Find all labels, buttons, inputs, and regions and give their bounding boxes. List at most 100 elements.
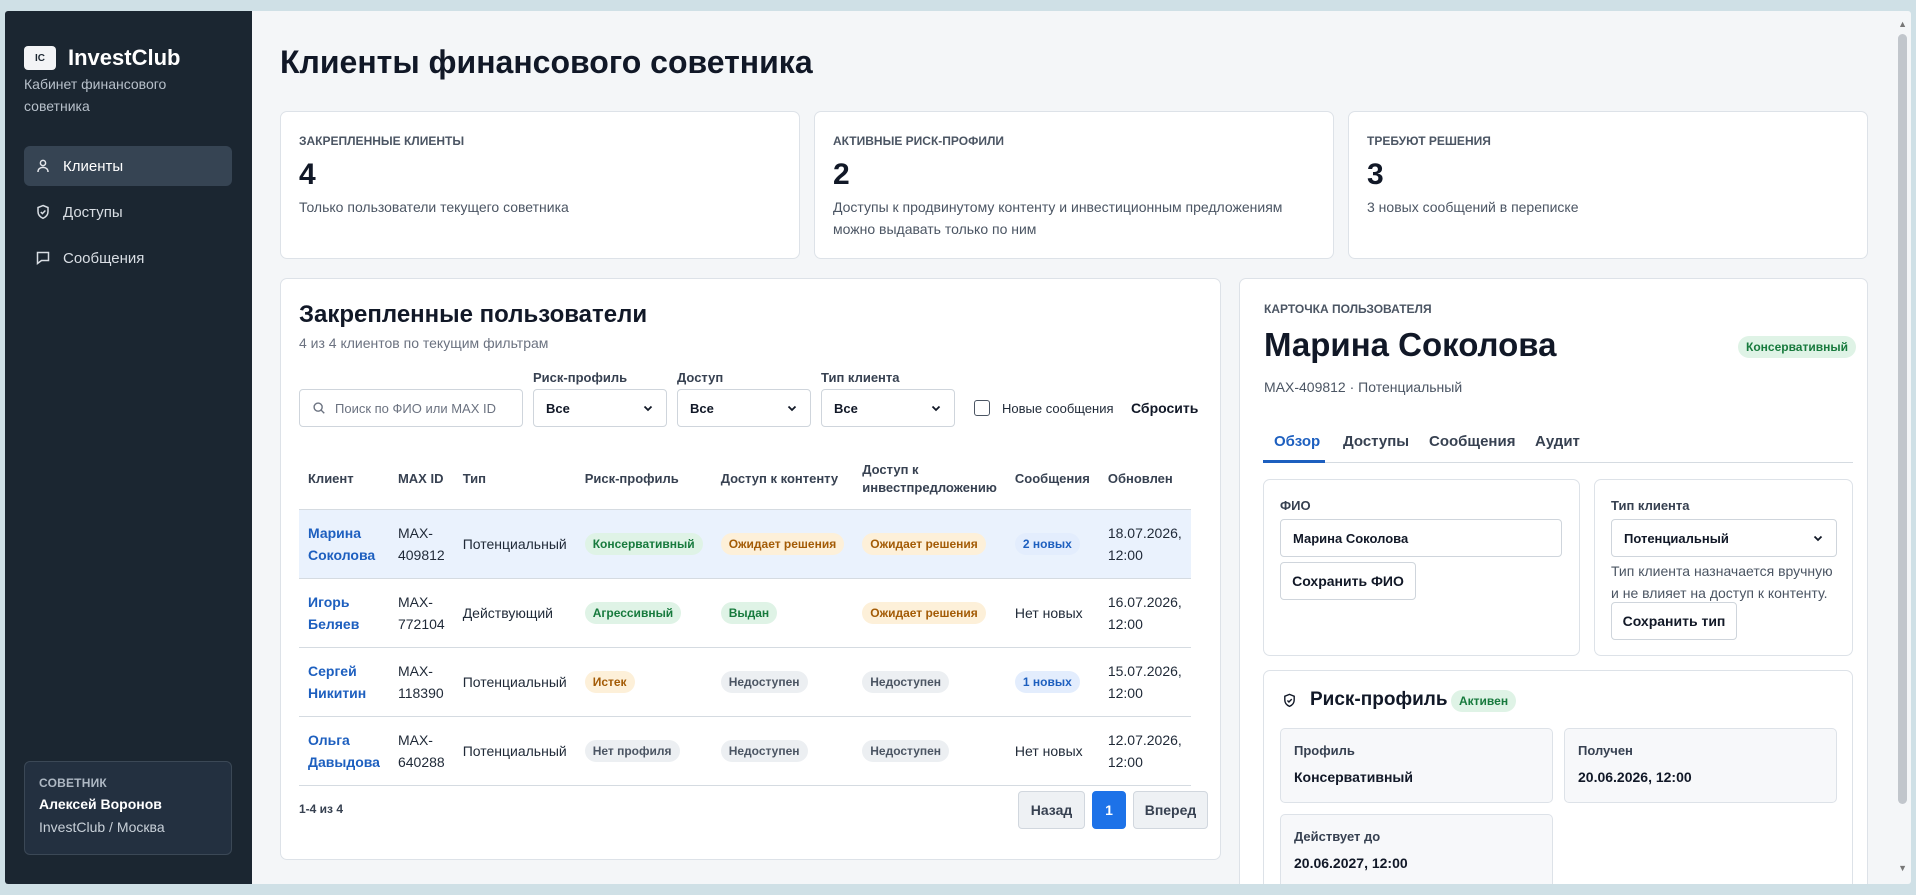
access-filter-value: Все	[690, 400, 714, 416]
sidebar-item-clients[interactable]: Клиенты	[24, 146, 232, 186]
advisor-name: Алексей Воронов	[39, 796, 162, 812]
stat-label: АКТИВНЫЕ РИСК-ПРОФИЛИ	[833, 134, 1004, 148]
updated-cell: 15.07.2026, 12:00	[1098, 647, 1191, 717]
message-icon	[36, 251, 50, 265]
risk-filter-value: Все	[546, 400, 570, 416]
sidebar-item-access[interactable]: Доступы	[24, 192, 232, 232]
client-name-link[interactable]: Марина Соколова	[308, 525, 375, 563]
profile-info: Профиль Консервативный	[1280, 728, 1553, 803]
risk-badge: Истек	[584, 671, 635, 693]
profile-label: Профиль	[1294, 743, 1355, 758]
fio-box: ФИО Марина Соколова Сохранить ФИО	[1263, 479, 1580, 656]
invest-access-badge: Недоступен	[862, 671, 950, 693]
table-row[interactable]: Сергей Никитин MAX-118390 Потенциальный …	[299, 647, 1191, 717]
chevron-down-icon	[787, 405, 797, 412]
invest-access-badge: Ожидает решения	[862, 533, 986, 555]
messages-cell: Нет новых	[1005, 578, 1099, 648]
column-header[interactable]: MAX ID	[388, 449, 454, 510]
stat-value: 3	[1367, 158, 1384, 191]
client-type-value: Потенциальный	[1624, 530, 1729, 546]
type-filter-label: Тип клиента	[821, 370, 900, 385]
prev-page-button[interactable]: Назад	[1018, 791, 1085, 829]
scroll-up-arrow[interactable]: ▲	[1898, 19, 1907, 29]
risk-filter-select[interactable]: Все	[533, 389, 667, 427]
updated-cell: 18.07.2026, 12:00	[1098, 509, 1191, 579]
column-header[interactable]: Сообщения	[1005, 449, 1099, 510]
stat-value: 2	[833, 158, 850, 191]
column-header[interactable]: Доступ к инвестпредложению	[853, 449, 1006, 510]
page-1-button[interactable]: 1	[1092, 791, 1126, 829]
clients-panel: Закрепленные пользователи 4 из 4 клиенто…	[280, 278, 1221, 860]
profile-value: Консервативный	[1294, 769, 1413, 785]
tab-audit[interactable]: Аудит	[1535, 433, 1580, 450]
column-header[interactable]: Риск-профиль	[575, 449, 712, 510]
reset-filters-button[interactable]: Сбросить	[1131, 400, 1198, 416]
risk-badge: Консервативный	[1738, 336, 1856, 358]
new-messages-label: Новые сообщения	[1002, 401, 1114, 416]
stat-value: 4	[299, 158, 316, 191]
user-card-tabs: Обзор Доступы Сообщения Аудит	[1263, 425, 1853, 463]
advisor-label: СОВЕТНИК	[39, 776, 107, 790]
sidebar-item-label: Доступы	[63, 203, 123, 221]
invest-access-badge: Недоступен	[862, 740, 950, 762]
max-id-cell: MAX-409812	[388, 509, 454, 579]
save-fio-button[interactable]: Сохранить ФИО	[1280, 562, 1416, 600]
user-icon	[37, 159, 49, 173]
column-header[interactable]: Доступ к контенту	[711, 449, 854, 510]
save-type-button[interactable]: Сохранить тип	[1611, 602, 1737, 640]
max-id-cell: MAX-772104	[388, 578, 454, 648]
risk-profile-box: Риск-профиль Активен Профиль Консерватив…	[1263, 670, 1853, 884]
risk-badge: Нет профиля	[584, 740, 680, 762]
updated-cell: 16.07.2026, 12:00	[1098, 578, 1191, 648]
column-header[interactable]: Тип	[453, 449, 576, 510]
stat-label: ЗАКРЕПЛЕННЫЕ КЛИЕНТЫ	[299, 134, 465, 148]
messages-badge: 2 новых	[1014, 533, 1080, 555]
scroll-down-arrow[interactable]: ▼	[1898, 863, 1907, 873]
tab-access[interactable]: Доступы	[1343, 433, 1409, 450]
brand[interactable]: IC InvestClub	[24, 45, 180, 71]
next-page-button[interactable]: Вперед	[1133, 791, 1208, 829]
user-card-meta: MAX-409812 · Потенциальный	[1264, 379, 1463, 395]
type-filter-select[interactable]: Все	[821, 389, 955, 427]
client-type-box: Тип клиента Потенциальный Тип клиента на…	[1594, 479, 1853, 656]
new-messages-checkbox[interactable]	[974, 400, 990, 416]
tab-overview[interactable]: Обзор	[1274, 433, 1320, 450]
valid-until-label: Действует до	[1294, 829, 1381, 844]
content-access-badge: Ожидает решения	[720, 533, 845, 555]
pagination-range: 1-4 из 4	[299, 802, 344, 816]
risk-badge: Агрессивный	[584, 602, 682, 624]
chevron-down-icon	[1813, 535, 1823, 542]
client-name-link[interactable]: Игорь Беляев	[308, 594, 359, 632]
fio-input[interactable]: Марина Соколова	[1280, 519, 1562, 557]
shield-icon	[1284, 693, 1295, 708]
type-cell: Потенциальный	[453, 647, 576, 717]
table-row[interactable]: Марина Соколова MAX-409812 Потенциальный…	[299, 509, 1191, 579]
type-filter-value: Все	[834, 400, 858, 416]
content-access-badge: Недоступен	[720, 740, 808, 762]
valid-until-value: 20.06.2027, 12:00	[1294, 855, 1408, 871]
received-info: Получен 20.06.2026, 12:00	[1564, 728, 1837, 803]
section-title: Закрепленные пользователи	[299, 301, 648, 328]
table-row[interactable]: Ольга Давыдова MAX-640288 Потенциальный …	[299, 716, 1191, 786]
sidebar-item-messages[interactable]: Сообщения	[24, 238, 232, 278]
stat-desc: 3 новых сообщений в переписке	[1367, 199, 1579, 215]
max-id-cell: MAX-640288	[388, 716, 454, 786]
client-type-select[interactable]: Потенциальный	[1611, 519, 1837, 557]
stat-desc: Доступы к продвинутому контенту и инвест…	[833, 199, 1283, 237]
tab-messages[interactable]: Сообщения	[1429, 433, 1515, 450]
search-input[interactable]: Поиск по ФИО или MAX ID	[299, 389, 523, 427]
brand-subtitle: Кабинет финансового советника	[24, 76, 167, 114]
vertical-scrollbar[interactable]	[1898, 34, 1907, 804]
table-row[interactable]: Игорь Беляев MAX-772104 Действующий Агре…	[299, 578, 1191, 648]
client-name-link[interactable]: Ольга Давыдова	[308, 732, 380, 770]
risk-profile-title: Риск-профиль	[1310, 689, 1448, 710]
client-name-link[interactable]: Сергей Никитин	[308, 663, 366, 701]
column-header[interactable]: Клиент	[299, 449, 389, 510]
access-filter-select[interactable]: Все	[677, 389, 811, 427]
client-type-label: Тип клиента	[1611, 498, 1690, 513]
type-cell: Потенциальный	[453, 509, 576, 579]
sidebar: IC InvestClub Кабинет финансового советн…	[5, 11, 252, 884]
shield-icon	[37, 204, 49, 220]
column-header[interactable]: Обновлен	[1098, 449, 1191, 510]
table-header-row: Клиент MAX ID Тип Риск-профиль Доступ к …	[299, 449, 1191, 510]
